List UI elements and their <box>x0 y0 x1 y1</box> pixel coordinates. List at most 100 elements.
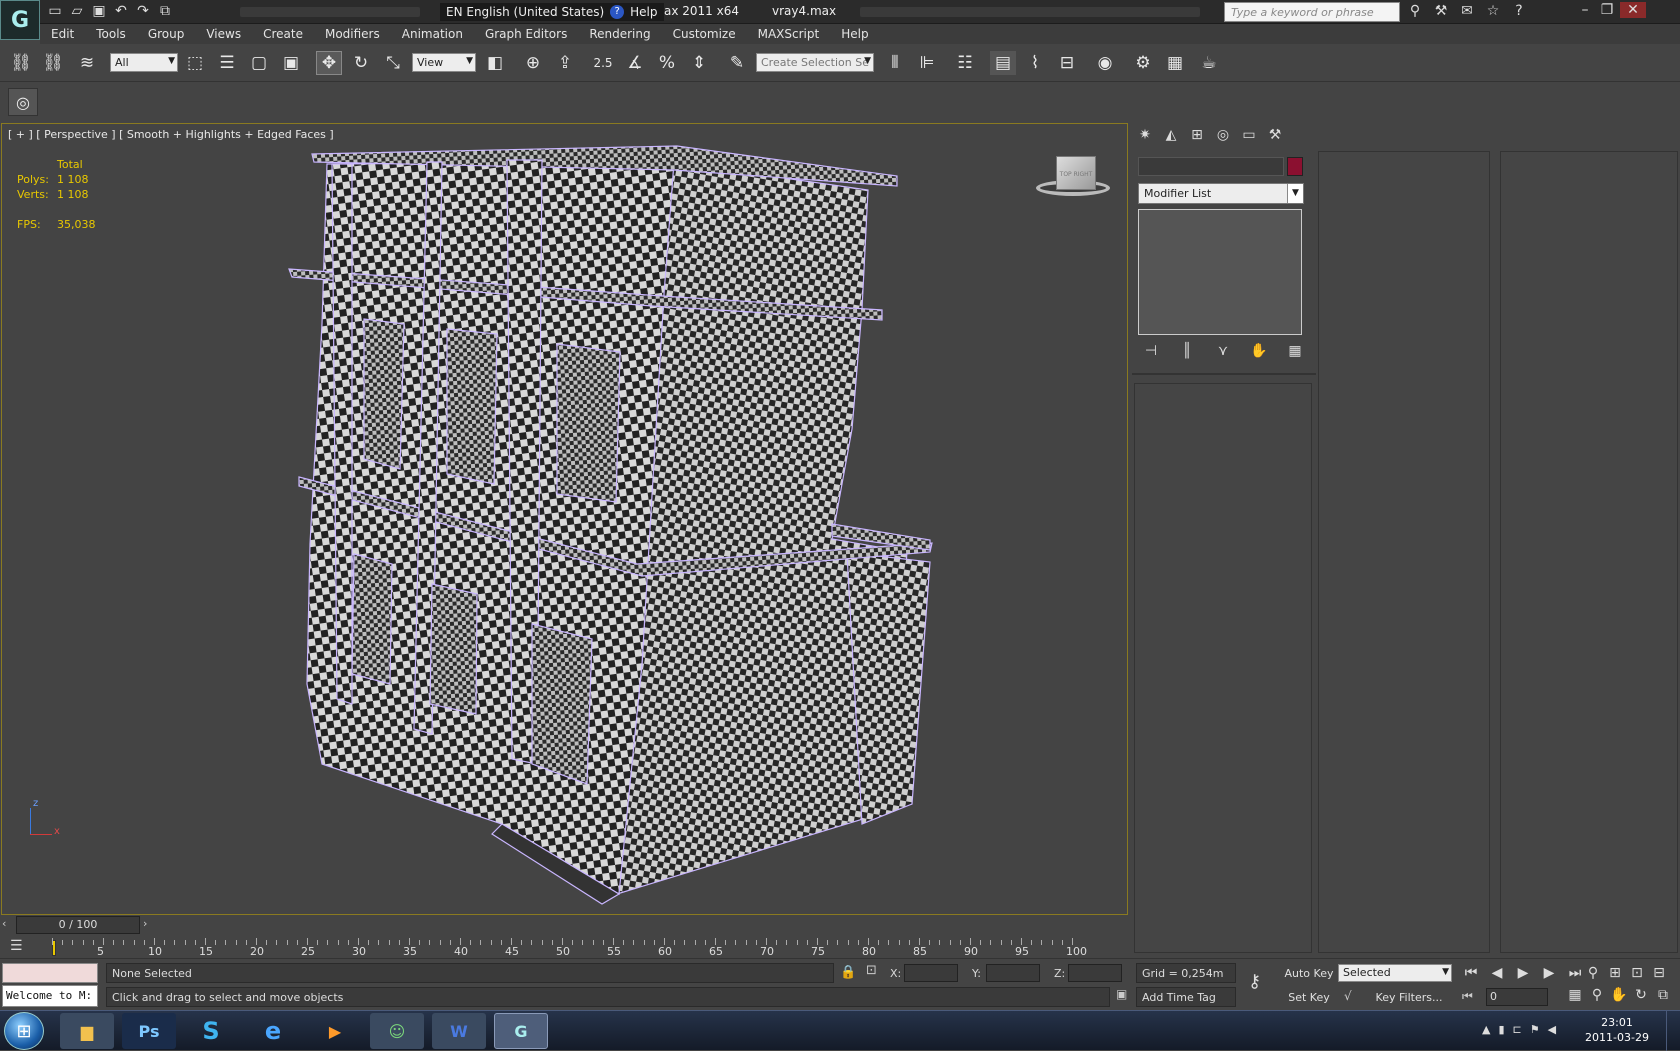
tray-clock[interactable]: 23:01 2011-03-29 <box>1584 1015 1650 1045</box>
taskbar-media-player[interactable]: ▶ <box>308 1013 362 1049</box>
taskbar-explorer[interactable]: ▆ <box>60 1013 114 1049</box>
menu-graph-editors[interactable]: Graph Editors <box>474 24 578 44</box>
project-folder-icon[interactable]: ⧉ <box>156 3 174 19</box>
selection-lock-icon[interactable]: 🔒 <box>840 965 856 980</box>
taskbar-internet-explorer[interactable]: e <box>246 1013 300 1049</box>
set-key-key-icon[interactable]: ⚷ <box>1248 971 1261 992</box>
tray-power-icon[interactable]: ▮ <box>1498 1023 1504 1036</box>
pin-stack-icon[interactable]: ⊣ <box>1142 343 1160 359</box>
object-color-swatch[interactable] <box>1287 157 1303 176</box>
time-slider-thumb[interactable]: 0 / 100 <box>16 916 140 934</box>
rectangle-selection-icon[interactable]: ▢ <box>246 51 272 75</box>
keyboard-shortcut-override-icon[interactable]: ⇪ <box>552 51 578 75</box>
taskbar-messenger[interactable]: ☺ <box>370 1013 424 1049</box>
show-desktop-button[interactable] <box>1666 1011 1680 1051</box>
menu-customize[interactable]: Customize <box>662 24 747 44</box>
modifier-stack[interactable] <box>1138 209 1302 335</box>
make-unique-icon[interactable]: ⋎ <box>1214 343 1232 359</box>
menu-views[interactable]: Views <box>195 24 252 44</box>
language-indicator[interactable]: EN English (United States) <box>446 5 604 19</box>
application-button[interactable]: G <box>0 0 40 40</box>
go-to-start-icon[interactable]: ⏮ <box>1462 965 1480 981</box>
tray-expand-icon[interactable]: ▲ <box>1482 1023 1490 1036</box>
menu-maxscript[interactable]: MAXScript <box>747 24 831 44</box>
hierarchy-tab-icon[interactable]: ⊞ <box>1188 127 1206 143</box>
zoom-extents-all-icon[interactable]: ⊟ <box>1650 965 1668 981</box>
current-frame-input[interactable]: 0 <box>1486 988 1548 1006</box>
menu-group[interactable]: Group <box>137 24 196 44</box>
tools-icon[interactable]: ⚒ <box>1432 3 1450 19</box>
time-tag-icon[interactable]: ▣ <box>1116 987 1127 1001</box>
configure-modifier-sets-icon[interactable]: ▦ <box>1286 343 1304 359</box>
restore-icon[interactable]: ❐ <box>1598 2 1616 18</box>
utilities-tab-icon[interactable]: ⚒ <box>1266 127 1284 143</box>
rendered-frame-window-icon[interactable]: ▦ <box>1162 51 1188 75</box>
help-label[interactable]: Help <box>630 5 657 19</box>
next-frame-icon[interactable]: ▶ <box>1540 965 1558 981</box>
taskbar-3dsmax[interactable]: G <box>494 1013 548 1049</box>
building-model[interactable] <box>2 124 1128 915</box>
reference-coordinate-dropdown[interactable]: View ▼ <box>412 53 476 72</box>
taskbar-word[interactable]: W <box>432 1013 486 1049</box>
communication-icon[interactable]: ✉ <box>1458 3 1476 19</box>
maximize-viewport-icon[interactable]: ⧉ <box>1654 987 1672 1003</box>
graphite-toggle-icon[interactable]: ◎ <box>8 88 38 116</box>
select-manipulate-icon[interactable]: ⊕ <box>520 51 546 75</box>
menu-edit[interactable]: Edit <box>40 24 85 44</box>
selection-filter-dropdown[interactable]: All ▼ <box>110 53 178 72</box>
remove-modifier-icon[interactable]: ✋ <box>1250 343 1268 359</box>
time-slider-next-icon[interactable]: › <box>143 917 147 930</box>
orbit-icon[interactable]: ↻ <box>1632 987 1650 1003</box>
tray-flag-icon[interactable]: ⚑ <box>1530 1023 1540 1036</box>
curve-editor-icon[interactable]: ⌇ <box>1022 51 1048 75</box>
menu-help[interactable]: Help <box>830 24 879 44</box>
pan-view-icon[interactable]: ✋ <box>1610 987 1628 1003</box>
unlink-icon[interactable]: ⛓ <box>40 51 66 75</box>
maxscript-listener-top[interactable] <box>2 963 98 983</box>
z-coord-input[interactable] <box>1068 964 1122 982</box>
modifier-list-dropdown[interactable]: Modifier List ▼ <box>1138 183 1304 204</box>
spinner-snap-icon[interactable]: ⇕ <box>686 51 712 75</box>
select-and-rotate-icon[interactable]: ↻ <box>348 51 374 75</box>
help-circle-icon[interactable]: ? <box>1510 3 1528 19</box>
zoom-icon[interactable]: ⚲ <box>1584 965 1602 981</box>
play-icon[interactable]: ▶ <box>1514 965 1532 981</box>
tray-volume-icon[interactable]: ◀ <box>1548 1023 1556 1036</box>
angle-snap-icon[interactable]: ∡ <box>622 51 648 75</box>
binoculars-icon[interactable]: ⚲ <box>1406 3 1424 19</box>
layer-manager-icon[interactable]: ☷ <box>952 51 978 75</box>
search-input[interactable]: Type a keyword or phrase <box>1224 2 1400 22</box>
mirror-icon[interactable]: ⫴ <box>882 51 908 75</box>
time-slider[interactable]: ‹ 0 / 100 › <box>0 916 1130 934</box>
align-icon[interactable]: ⊫ <box>914 51 940 75</box>
schematic-view-icon[interactable]: ⊟ <box>1054 51 1080 75</box>
taskbar-photoshop[interactable]: Ps <box>122 1013 176 1049</box>
mini-curve-editor-icon[interactable]: ☰ <box>10 938 23 954</box>
edit-named-selection-icon[interactable]: ✎ <box>724 51 750 75</box>
favorites-icon[interactable]: ☆ <box>1484 3 1502 19</box>
graphite-modeling-icon[interactable]: ▤ <box>990 51 1016 75</box>
show-end-result-icon[interactable]: ║ <box>1178 343 1196 359</box>
key-mode-toggle-icon[interactable]: ⏮ <box>1462 989 1473 1004</box>
start-button[interactable]: ⊞ <box>4 1012 44 1050</box>
percent-snap-icon[interactable]: % <box>654 51 680 75</box>
select-object-icon[interactable]: ⬚ <box>182 51 208 75</box>
absolute-mode-icon[interactable]: ⊡ <box>866 963 877 978</box>
minimize-icon[interactable]: – <box>1576 2 1594 18</box>
tray-network-icon[interactable]: ⊏ <box>1513 1023 1522 1036</box>
menu-animation[interactable]: Animation <box>391 24 474 44</box>
time-slider-prev-icon[interactable]: ‹ <box>2 917 6 930</box>
new-file-icon[interactable]: ▭ <box>46 3 64 19</box>
set-key-button[interactable]: Set Key <box>1284 987 1334 1007</box>
go-to-end-icon[interactable]: ⏭ <box>1566 965 1584 981</box>
menu-create[interactable]: Create <box>252 24 314 44</box>
material-editor-icon[interactable]: ◉ <box>1092 51 1118 75</box>
undo-icon[interactable]: ↶ <box>112 3 130 19</box>
auto-key-button[interactable]: Auto Key <box>1284 963 1334 983</box>
pivot-center-icon[interactable]: ◧ <box>482 51 508 75</box>
select-by-name-icon[interactable]: ☰ <box>214 51 240 75</box>
track-bar[interactable]: ☰ 5 10 15 20 25 30 35 40 45 50 55 60 65 70 75 80 85 90 95 1… <box>0 936 1130 958</box>
select-and-move-icon[interactable]: ✥ <box>316 51 342 75</box>
menu-modifiers[interactable]: Modifiers <box>314 24 391 44</box>
redo-icon[interactable]: ↷ <box>134 3 152 19</box>
